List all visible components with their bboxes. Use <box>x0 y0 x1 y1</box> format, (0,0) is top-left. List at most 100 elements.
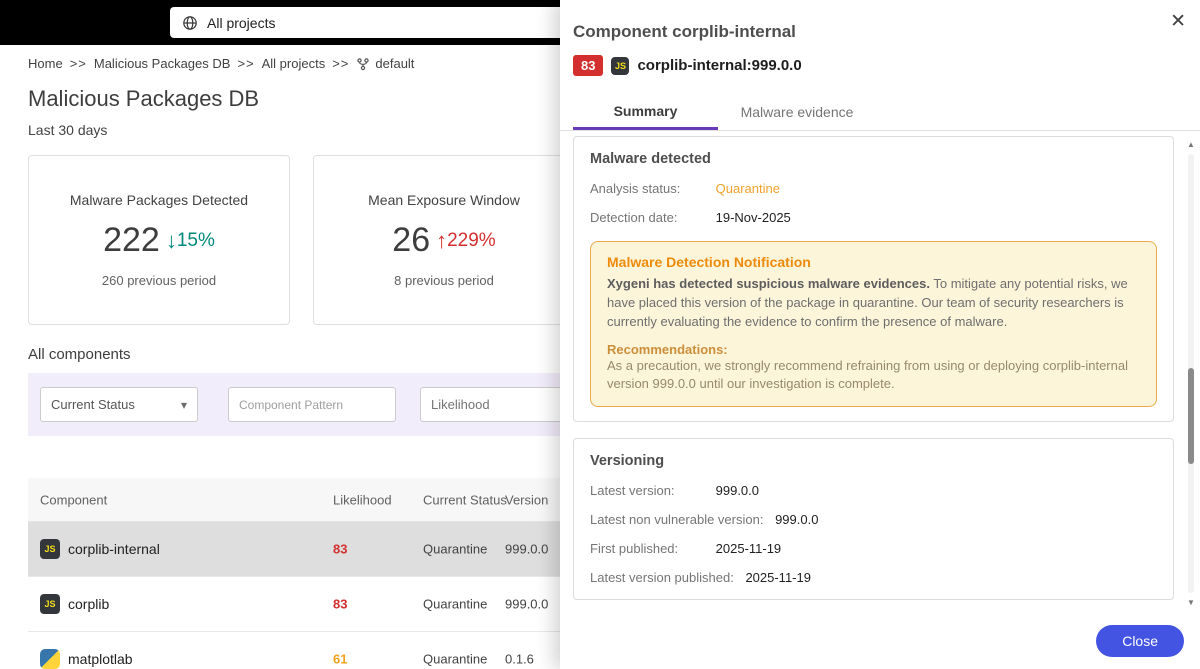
scroll-down-icon[interactable]: ▼ <box>1185 598 1197 607</box>
stat-delta-pct: 229% <box>447 230 496 252</box>
stat-label: Mean Exposure Window <box>368 192 520 208</box>
likelihood-value: 83 <box>333 597 347 612</box>
project-selector-label: All projects <box>207 15 275 31</box>
stat-previous: 260 previous period <box>102 273 216 288</box>
versioning-title: Versioning <box>590 453 1157 469</box>
component-id: corplib-internal:999.0.0 <box>637 57 801 74</box>
first-published-field: First published: 2025-11-19 <box>590 541 1157 556</box>
scrollbar-thumb[interactable] <box>1188 368 1194 464</box>
analysis-status-field: Analysis status: Quarantine <box>590 181 1157 196</box>
alert-body: Xygeni has detected suspicious malware e… <box>607 275 1140 332</box>
recommendations-title: Recommendations: <box>607 342 1140 357</box>
breadcrumb-all-projects[interactable]: All projects <box>262 56 326 71</box>
alert-body-bold: Xygeni has detected suspicious malware e… <box>607 276 930 291</box>
analysis-status-value: Quarantine <box>716 181 780 196</box>
javascript-icon: JS <box>40 594 60 614</box>
component-score-row: 83 JS corplib-internal:999.0.0 <box>573 55 802 76</box>
current-status-filter[interactable]: Current Status ▾ <box>40 387 198 422</box>
latest-version-label: Latest version: <box>590 483 704 498</box>
stat-delta: ↑ 229% <box>436 228 496 254</box>
component-detail-drawer: ✕ Component corplib-internal 83 JS corpl… <box>560 0 1200 669</box>
latest-non-vulnerable-version-value: 999.0.0 <box>775 512 818 527</box>
malware-detected-title: Malware detected <box>590 151 1157 167</box>
component-name: corplib <box>68 596 109 612</box>
status-value: Quarantine <box>423 542 487 557</box>
project-selector[interactable]: All projects <box>170 7 570 38</box>
javascript-icon: JS <box>40 539 60 559</box>
breadcrumb-separator: >> <box>332 56 349 71</box>
likelihood-score-badge: 83 <box>573 55 603 76</box>
analysis-status-label: Analysis status: <box>590 181 704 196</box>
app-root: All projects Home >> Malicious Packages … <box>0 0 1200 669</box>
detection-date-value: 19-Nov-2025 <box>716 210 791 225</box>
version-value: 999.0.0 <box>505 597 548 612</box>
scroll-up-icon[interactable]: ▲ <box>1185 140 1197 149</box>
stat-value-row: 222 ↓ 15% <box>103 221 215 260</box>
latest-version-published-value: 2025-11-19 <box>745 570 811 585</box>
first-published-label: First published: <box>590 541 704 556</box>
branch-icon <box>356 57 370 71</box>
version-value: 0.1.6 <box>505 652 534 667</box>
component-name: corplib-internal <box>68 541 160 557</box>
breadcrumb-default[interactable]: default <box>375 56 414 71</box>
latest-version-field: Latest version: 999.0.0 <box>590 483 1157 498</box>
latest-non-vulnerable-version-field: Latest non vulnerable version: 999.0.0 <box>590 512 1157 527</box>
close-button[interactable]: Close <box>1096 625 1184 657</box>
drawer-scrollbar: ▲ ▼ <box>1185 140 1197 607</box>
drawer-scroll-area: Malware detected Analysis status: Quaran… <box>573 136 1174 614</box>
page-subtitle: Last 30 days <box>28 122 107 138</box>
detection-date-field: Detection date: 19-Nov-2025 <box>590 210 1157 225</box>
breadcrumb-separator: >> <box>237 56 254 71</box>
close-icon[interactable]: ✕ <box>1170 12 1186 31</box>
status-value: Quarantine <box>423 597 487 612</box>
malware-detection-notification: Malware Detection Notification Xygeni ha… <box>590 241 1157 407</box>
stat-cards: Malware Packages Detected 222 ↓ 15% 260 … <box>28 155 575 325</box>
latest-non-vulnerable-version-label: Latest non vulnerable version: <box>590 512 763 527</box>
stat-delta: ↓ 15% <box>166 228 215 254</box>
status-value: Quarantine <box>423 652 487 667</box>
breadcrumb-separator: >> <box>70 56 87 71</box>
current-status-filter-label: Current Status <box>51 397 135 412</box>
python-icon <box>40 649 60 669</box>
page-title: Malicious Packages DB <box>28 86 259 112</box>
breadcrumb-malicious-packages-db[interactable]: Malicious Packages DB <box>94 56 231 71</box>
header-version: Version <box>505 492 548 507</box>
stat-value: 222 <box>103 221 160 260</box>
stat-card-mean-exposure-window: Mean Exposure Window 26 ↑ 229% 8 previou… <box>313 155 575 325</box>
stat-previous: 8 previous period <box>394 273 494 288</box>
header-component: Component <box>40 492 107 507</box>
recommendations-text: As a precaution, we strongly recommend r… <box>607 357 1140 395</box>
component-name: matplotlab <box>68 651 133 667</box>
first-published-value: 2025-11-19 <box>716 541 782 556</box>
drawer-tabs: Summary Malware evidence <box>573 94 876 130</box>
breadcrumb-home[interactable]: Home <box>28 56 63 71</box>
javascript-icon: JS <box>611 57 629 75</box>
trend-up-icon: ↑ <box>436 228 447 254</box>
tab-summary[interactable]: Summary <box>573 94 718 130</box>
versioning-section: Versioning Latest version: 999.0.0 Lates… <box>573 438 1174 600</box>
stat-label: Malware Packages Detected <box>70 192 248 208</box>
latest-version-published-field: Latest version published: 2025-11-19 <box>590 570 1157 585</box>
trend-down-icon: ↓ <box>166 228 177 254</box>
header-likelihood: Likelihood <box>333 492 392 507</box>
header-current-status: Current Status <box>423 492 507 507</box>
detection-date-label: Detection date: <box>590 210 704 225</box>
globe-icon <box>182 15 198 31</box>
all-components-title: All components <box>28 346 131 363</box>
drawer-title: Component corplib-internal <box>573 22 796 42</box>
likelihood-value: 83 <box>333 542 347 557</box>
tabs-divider <box>560 130 1200 131</box>
stat-delta-pct: 15% <box>177 230 215 252</box>
alert-title: Malware Detection Notification <box>607 254 1140 270</box>
likelihood-value: 61 <box>333 652 347 667</box>
stat-card-malware-packages-detected: Malware Packages Detected 222 ↓ 15% 260 … <box>28 155 290 325</box>
latest-version-value: 999.0.0 <box>716 483 759 498</box>
tab-malware-evidence[interactable]: Malware evidence <box>718 94 876 130</box>
latest-version-published-label: Latest version published: <box>590 570 734 585</box>
component-pattern-input[interactable] <box>228 387 396 422</box>
stat-value: 26 <box>392 221 430 260</box>
chevron-down-icon: ▾ <box>181 398 187 412</box>
stat-value-row: 26 ↑ 229% <box>392 221 495 260</box>
version-value: 999.0.0 <box>505 542 548 557</box>
malware-detected-section: Malware detected Analysis status: Quaran… <box>573 136 1174 422</box>
